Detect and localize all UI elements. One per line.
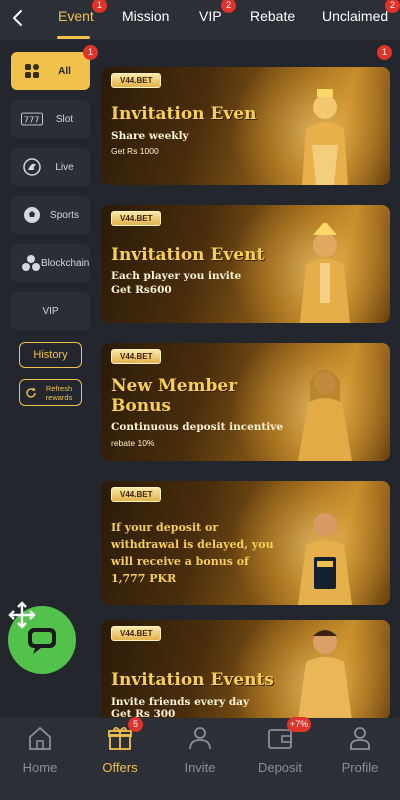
banner-subtitle: Share weekly [111,130,189,142]
tab-vip-badge: 2 [221,0,236,13]
slot-machine-icon: 777 [21,108,43,130]
banner-brand: V44.BET [111,626,162,641]
active-tab-indicator [57,36,90,39]
banner-title: Invitation Events [111,670,274,690]
sidebar-item-label: All [58,65,71,77]
nav-offers-badge: 5 [128,717,143,732]
sidebar-item-label: Slot [55,113,74,125]
banner-subtitle: Each player you invite [111,270,242,282]
blockchain-icon [21,252,41,274]
banner-title-line1: New Member [111,376,238,396]
nav-deposit-badge: +7% [287,717,312,732]
top-tab-bar: Event 1 Mission VIP 2 Rebate Unclaimed 2 [0,0,400,40]
queen-figure-illustration [298,370,352,461]
bottom-navigation: Home Offers 5 Invite Deposit +7% Profile [0,717,400,800]
drag-move-icon[interactable] [8,601,36,629]
back-arrow-icon[interactable] [8,6,28,30]
grid-icon [21,60,43,82]
nav-label: Profile [341,760,379,775]
banner-brand: V44.BET [111,487,162,502]
sidebar-item-label: Sports [50,209,79,221]
sidebar-item-label: VIP [42,305,59,317]
banner-brand: V44.BET [111,349,162,364]
king-figure-illustration [302,89,348,185]
banner-subtitle: Invite friends every day [111,696,250,708]
sidebar-all-badge: 1 [83,45,98,60]
banner-new-member-bonus[interactable]: V44.BET New Member Bonus Continuous depo… [101,343,390,461]
live-dealer-icon [21,156,43,178]
refresh-rewards-button[interactable]: Refresh rewards [19,379,82,406]
sidebar-item-blockchain[interactable]: Blockchain [11,244,90,282]
nav-label: Deposit [257,760,303,775]
home-icon [0,722,80,754]
banner-delay-bonus[interactable]: V44.BET If your deposit or withdrawal is… [101,481,390,605]
tab-unclaimed-badge: 2 [385,0,400,13]
banner-detail: rebate 10% [111,438,155,448]
banner-detail: Get Rs600 [111,284,172,296]
history-button[interactable]: History [19,342,82,368]
sidebar-item-label: Blockchain [41,257,90,269]
refresh-rewards-label: Refresh rewards [45,383,73,402]
nav-home[interactable]: Home [0,722,80,775]
banner-brand: V44.BET [111,211,162,226]
tab-rebate[interactable]: Rebate [250,8,295,24]
banner-invitation-event[interactable]: V44.BET Invitation Event Each player you… [101,205,390,323]
tab-unclaimed[interactable]: Unclaimed [322,8,388,24]
banner-title-line2: Bonus [111,396,171,416]
tab-event[interactable]: Event [58,8,94,24]
banner-title: Invitation Event [111,245,265,265]
banner-detail: Get Rs 1000 [111,146,159,156]
banner-subtitle: Continuous deposit incentive [111,421,284,433]
banner-body-text: If your deposit or withdrawal is delayed… [111,521,274,585]
young-man-figure-illustration [298,630,352,720]
banner-title: Invitation Even [111,104,257,124]
prince-figure-illustration [300,223,350,323]
tab-mission[interactable]: Mission [122,8,169,24]
banner-brand: V44.BET [111,73,162,88]
svg-text:777: 777 [24,115,40,125]
banner-invitation-daily[interactable]: V44.BET Invitation Events Invite friends… [101,620,390,720]
nav-label: Invite [184,760,216,775]
nav-label: Home [22,760,58,775]
refresh-icon [26,387,36,398]
sidebar-item-live[interactable]: Live [11,148,90,186]
nav-label: Offers [102,760,138,775]
sidebar-item-sports[interactable]: Sports [11,196,90,234]
soccer-ball-icon [21,204,43,226]
sidebar-item-all[interactable]: All [11,52,90,90]
sidebar-item-label: Live [55,161,74,173]
nav-invite[interactable]: Invite [160,722,240,775]
content-badge: 1 [377,45,392,60]
nav-offers[interactable]: Offers [80,722,160,775]
man-with-card-illustration [298,513,352,605]
nav-profile[interactable]: Profile [320,722,400,775]
tab-vip[interactable]: VIP [199,8,222,24]
banner-invitation-weekly[interactable]: V44.BET Invitation Even Share weekly Get… [101,67,390,185]
sidebar-item-vip[interactable]: VIP [11,292,90,330]
invite-icon [160,722,240,754]
gift-icon [80,722,160,754]
sidebar-item-slot[interactable]: 777 Slot [11,100,90,138]
tab-event-badge: 1 [92,0,107,13]
profile-icon [320,722,400,754]
